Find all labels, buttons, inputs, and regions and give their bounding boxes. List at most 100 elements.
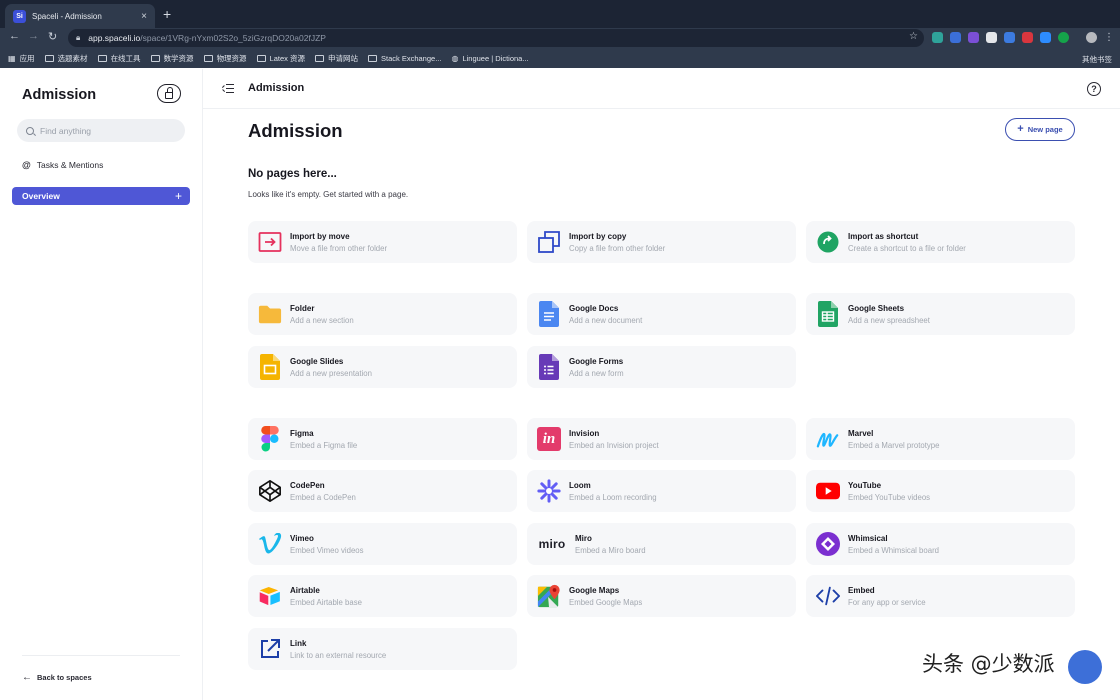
embed-icon xyxy=(816,584,840,608)
google-docs-icon xyxy=(537,301,561,327)
folder-icon xyxy=(258,302,282,326)
extension-icon[interactable] xyxy=(1058,32,1069,43)
forward-arrow-icon[interactable]: → xyxy=(28,30,39,42)
folder-card[interactable]: Folder Add a new section xyxy=(248,293,517,335)
marvel-card[interactable]: Marvel Embed a Marvel prototype xyxy=(806,418,1075,460)
airtable-icon xyxy=(258,584,282,608)
secure-lock-icon: 🔒︎ xyxy=(76,33,81,42)
google-maps-card[interactable]: Google Maps Embed Google Maps xyxy=(527,575,796,617)
google-sheets-card[interactable]: Google Sheets Add a new spreadsheet xyxy=(806,293,1075,335)
codepen-card[interactable]: CodePen Embed a CodePen xyxy=(248,470,517,512)
folder-icon xyxy=(368,54,377,62)
bookmark-folder[interactable]: Stack Exchange... xyxy=(368,54,441,63)
extension-icon[interactable] xyxy=(1022,32,1033,43)
vimeo-icon xyxy=(258,532,282,556)
watermark-logo xyxy=(1068,650,1102,684)
left-sidebar: Admission @ Tasks & Mentions Overview + … xyxy=(0,69,203,700)
lock-button[interactable] xyxy=(157,84,181,103)
lock-icon xyxy=(165,87,173,99)
link-card[interactable]: Link Link to an external resource xyxy=(248,628,517,670)
miro-icon: miro xyxy=(538,537,566,551)
folder-icon xyxy=(44,54,54,62)
bookmark-folder[interactable]: 物理资源 xyxy=(203,53,247,64)
loom-card[interactable]: Loom Embed a Loom recording xyxy=(527,470,796,512)
youtube-icon xyxy=(816,479,840,503)
bookmark-star-icon[interactable]: ☆ xyxy=(909,31,918,42)
back-arrow-icon[interactable]: ← xyxy=(9,30,20,42)
bookmark-folder[interactable]: 申请网站 xyxy=(315,53,358,64)
invision-card[interactable]: in Invision Embed an Invision project xyxy=(527,418,796,460)
search-icon xyxy=(26,126,34,135)
browser-toolbar: ← → ↻ 🔒︎ app.spaceli.io/space/1VRg-nYxm0… xyxy=(0,28,1120,48)
overview-label: Overview xyxy=(22,191,60,201)
figma-card[interactable]: Figma Embed a Figma file xyxy=(248,418,517,460)
import-as-shortcut-card[interactable]: Import as shortcut Create a shortcut to a… xyxy=(806,221,1075,263)
bookmark-folder[interactable]: 在线工具 xyxy=(97,53,141,64)
search-input[interactable] xyxy=(40,125,170,136)
import-by-move-card[interactable]: Import by move Move a file from other fol… xyxy=(248,221,517,263)
marvel-icon xyxy=(816,427,840,451)
invision-icon: in xyxy=(537,427,561,451)
google-sheets-icon xyxy=(816,301,840,327)
folder-icon xyxy=(315,54,324,62)
figma-icon xyxy=(258,426,282,452)
help-icon[interactable]: ? xyxy=(1087,82,1101,96)
new-tab-button[interactable]: + xyxy=(163,6,171,22)
vimeo-card[interactable]: Vimeo Embed Vimeo videos xyxy=(248,523,517,565)
browser-tab[interactable]: Si Spaceli - Admission × xyxy=(5,4,155,28)
extension-icon[interactable] xyxy=(950,32,961,43)
bookmark-folder[interactable]: 选题素材 xyxy=(44,53,88,64)
other-bookmarks[interactable]: 其他书签 xyxy=(1078,54,1112,65)
search-box[interactable] xyxy=(17,119,185,142)
profile-avatar[interactable] xyxy=(1086,32,1097,43)
at-mention-icon: @ xyxy=(22,160,31,170)
address-bar[interactable]: 🔒︎ app.spaceli.io/space/1VRg-nYxm02S2o_5… xyxy=(68,29,924,47)
extension-icon[interactable] xyxy=(932,32,943,43)
globe-icon: ◍ xyxy=(451,53,459,63)
new-page-button[interactable]: + New page xyxy=(1005,118,1075,141)
folder-icon xyxy=(150,54,160,62)
breadcrumb: Admission xyxy=(248,82,305,94)
extension-icon[interactable] xyxy=(968,32,979,43)
empty-state-subtitle: Looks like it's empty. Get started with … xyxy=(248,190,409,199)
embed-card[interactable]: Embed For any app or service xyxy=(806,575,1075,617)
sidebar-item-overview[interactable]: Overview + xyxy=(12,187,190,205)
youtube-card[interactable]: YouTube Embed YouTube videos xyxy=(806,470,1075,512)
close-tab-icon[interactable]: × xyxy=(141,11,147,22)
whimsical-card[interactable]: Whimsical Embed a Whimsical board xyxy=(806,523,1075,565)
back-to-spaces-link[interactable]: ← Back to spaces xyxy=(22,672,92,683)
bookmark-folder[interactable]: 数学资源 xyxy=(150,53,194,64)
folder-icon xyxy=(256,54,266,62)
bookmark-folder[interactable]: Latex 资源 xyxy=(256,53,305,64)
google-forms-card[interactable]: Google Forms Add a new form xyxy=(527,346,796,388)
bookmark-link[interactable]: ◍ Linguee | Dictiona... xyxy=(451,54,528,63)
google-forms-icon xyxy=(537,354,561,380)
import-by-copy-card[interactable]: Import by copy Copy a file from other fol… xyxy=(527,221,796,263)
tab-title: Spaceli - Admission xyxy=(32,11,102,21)
extension-icon[interactable] xyxy=(1040,32,1051,43)
collapse-sidebar-icon[interactable] xyxy=(221,83,234,94)
main-topbar: Admission ? xyxy=(203,69,1120,109)
google-maps-icon xyxy=(537,584,561,608)
browser-menu-icon[interactable]: ⋮ xyxy=(1104,32,1114,43)
codepen-icon xyxy=(258,479,282,503)
extension-icon[interactable] xyxy=(986,32,997,43)
miro-card[interactable]: miro Miro Embed a Miro board xyxy=(527,523,796,565)
airtable-card[interactable]: Airtable Embed Airtable base xyxy=(248,575,517,617)
google-slides-card[interactable]: Google Slides Add a new presentation xyxy=(248,346,517,388)
page-title: Admission xyxy=(248,120,343,141)
add-page-icon[interactable]: + xyxy=(175,190,182,202)
extension-icon[interactable] xyxy=(1004,32,1015,43)
reload-icon[interactable]: ↻ xyxy=(48,30,57,43)
bookmark-apps[interactable]: ▦ 应用 xyxy=(8,53,35,64)
arrow-left-icon: ← xyxy=(22,672,32,683)
tasks-mentions-link[interactable]: @ Tasks & Mentions xyxy=(22,160,103,170)
loom-icon xyxy=(537,479,561,503)
google-docs-card[interactable]: Google Docs Add a new document xyxy=(527,293,796,335)
shortcut-icon xyxy=(816,230,840,254)
import-move-icon xyxy=(258,230,282,254)
link-icon xyxy=(258,637,282,661)
space-title: Admission xyxy=(22,87,97,103)
back-label: Back to spaces xyxy=(37,673,92,682)
folder-icon xyxy=(97,54,107,62)
